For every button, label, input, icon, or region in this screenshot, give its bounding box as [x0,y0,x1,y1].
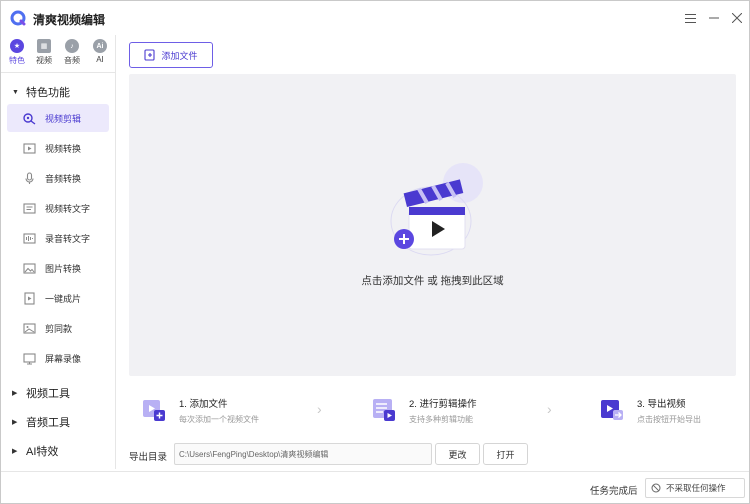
sidebar-item-video-convert[interactable]: 视频转换 [7,134,109,162]
group-label: 视频工具 [26,388,70,400]
chevron-right-icon: › [317,401,322,417]
after-task-value: 不采取任何操作 [666,483,726,493]
add-file-label: 添加文件 [161,50,198,61]
tab-label: 特色 [9,56,25,65]
ai-icon: Ai [93,39,107,53]
menu-icon [684,13,696,23]
video-edit-icon [23,112,36,125]
audio-to-text-icon [23,232,36,245]
step-description: 每次添加一个视频文件 [179,414,259,424]
status-bar: 任务完成后 不采取任何操作 [1,471,749,503]
title-bar: 清爽视频编辑 [1,1,749,35]
export-directory-row: 导出目录 C:\Users\FengPing\Desktop\清爽视频编辑 更改… [117,443,749,469]
app-title: 清爽视频编辑 [33,13,106,27]
change-directory-button[interactable]: 更改 [435,443,480,465]
tab-label: 视频 [36,56,52,65]
sidebar-item-label: 视频转文字 [45,203,91,214]
sidebar-item-template[interactable]: 剪同款 [7,314,109,342]
caret-down-icon: ▼ [12,88,19,96]
file-drop-zone[interactable]: 点击添加文件 或 拖拽到此区域 [129,74,736,376]
step-title: 3. 导出视频 [637,398,686,410]
export-video-icon [601,400,623,420]
group-label: 音频工具 [26,417,70,429]
sidebar-item-video-edit[interactable]: 视频剪辑 [7,104,109,132]
export-directory-label: 导出目录 [129,452,168,463]
group-ai-effects[interactable]: ▶ AI特效 [12,443,58,459]
video-to-text-icon [23,202,36,215]
open-directory-button[interactable]: 打开 [483,443,528,465]
group-label: 特色功能 [26,87,70,99]
add-file-button[interactable]: 添加文件 [129,42,213,68]
tab-label: 音频 [64,56,80,65]
sidebar-item-screen-record[interactable]: 屏幕录像 [7,344,109,372]
clapperboard-illustration-icon [390,163,483,256]
caret-right-icon: ▶ [12,419,18,426]
step-add-file: 1. 添加文件 每次添加一个视频文件 [141,387,259,433]
close-icon [732,13,742,23]
sidebar-item-label: 图片转换 [45,263,82,274]
main-panel: 添加文件 点击添加文件 或 拖拽到此区域 1. 添加文件 每次添加一个视频文件 … [117,35,749,469]
sidebar-item-label: 屏幕录像 [45,353,82,364]
tab-ai[interactable]: Ai AI [88,39,112,64]
star-icon: ★ [10,39,24,53]
sidebar-item-label: 录音转文字 [45,233,91,244]
caret-right-icon: ▶ [12,448,18,455]
video-convert-icon [23,142,36,155]
step-title: 2. 进行剪辑操作 [409,398,477,410]
tab-audio[interactable]: ♪ 音频 [60,39,84,66]
step-edit: 2. 进行剪辑操作 支持多种剪辑功能 [371,387,477,433]
music-icon: ♪ [65,39,79,53]
app-window: 清爽视频编辑 ★ 特色 ▦ 视频 ♪ 音频 Ai AI ▼ 特色功能 视频剪辑 … [0,0,750,504]
sidebar-item-one-click[interactable]: 一键成片 [7,284,109,312]
export-path-field[interactable]: C:\Users\FengPing\Desktop\清爽视频编辑 [174,443,432,465]
category-tabs: ★ 特色 ▦ 视频 ♪ 音频 Ai AI [1,35,115,73]
steps-guide: 1. 添加文件 每次添加一个视频文件 › 2. 进行剪辑操作 支持多种剪辑功能 … [129,387,736,433]
group-video-tools[interactable]: ▶ 视频工具 [12,385,70,401]
tab-video[interactable]: ▦ 视频 [32,39,56,66]
group-label: AI特效 [26,446,59,458]
sidebar-item-label: 剪同款 [45,323,73,334]
step-export: 3. 导出视频 点击按钮开始导出 [599,387,701,433]
chevron-right-icon: › [547,401,552,417]
sidebar-item-audio-to-text[interactable]: 录音转文字 [7,224,109,252]
sidebar-item-image-convert[interactable]: 图片转换 [7,254,109,282]
after-task-label: 任务完成后 [590,486,638,497]
sidebar-item-label: 音频转换 [45,173,82,184]
minimize-button[interactable] [705,9,723,27]
image-icon [23,262,36,275]
group-featured-functions[interactable]: ▼ 特色功能 [12,84,70,100]
microphone-icon [23,171,36,185]
app-logo-icon [10,10,26,26]
sidebar-item-video-to-text[interactable]: 视频转文字 [7,194,109,222]
screen-record-icon [23,352,36,365]
no-action-icon [651,483,661,493]
sidebar-item-label: 视频剪辑 [45,113,82,124]
sidebar-item-label: 一键成片 [45,293,82,304]
menu-button[interactable] [681,9,699,27]
drop-zone-hint: 点击添加文件 或 拖拽到此区域 [361,275,504,287]
sidebar: ★ 特色 ▦ 视频 ♪ 音频 Ai AI ▼ 特色功能 视频剪辑 视频转换 音频… [1,35,116,469]
step-description: 支持多种剪辑功能 [409,414,473,424]
sidebar-item-audio-convert[interactable]: 音频转换 [7,164,109,192]
step-description: 点击按钮开始导出 [637,414,701,424]
tab-label: AI [96,55,104,64]
minimize-icon [709,17,719,19]
sidebar-item-label: 视频转换 [45,143,82,154]
caret-right-icon: ▶ [12,390,18,397]
template-icon [23,322,36,335]
close-button[interactable] [728,9,746,27]
add-video-icon [143,400,165,421]
group-audio-tools[interactable]: ▶ 音频工具 [12,414,70,430]
tab-featured[interactable]: ★ 特色 [5,39,29,66]
edit-list-icon [373,399,395,421]
film-icon: ▦ [37,39,51,53]
add-file-icon [144,49,156,61]
one-click-icon [23,291,36,305]
step-title: 1. 添加文件 [179,398,228,410]
after-task-select[interactable]: 不采取任何操作 [645,478,745,498]
